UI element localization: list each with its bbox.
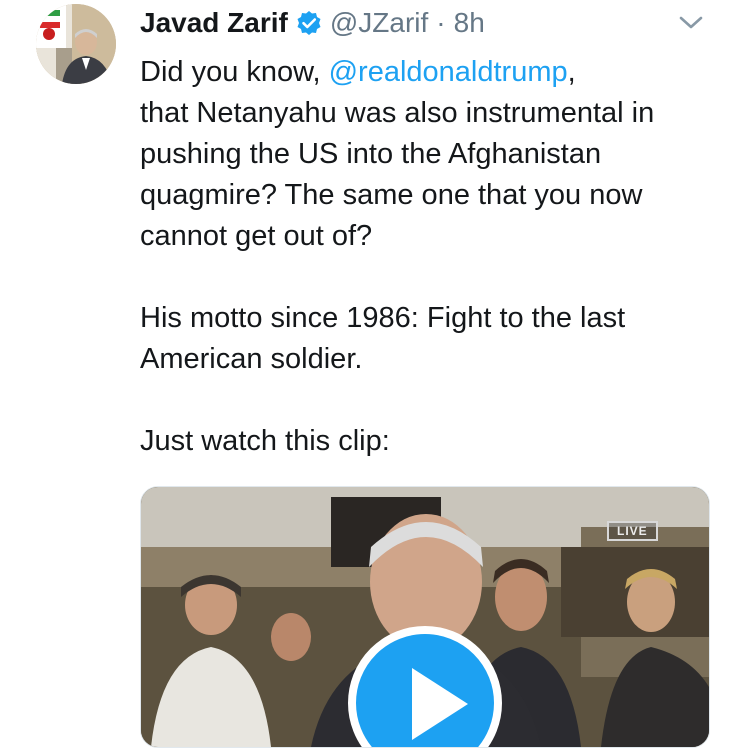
tweet-paragraph-2: His motto since 1986: Fight to the last … bbox=[140, 302, 626, 375]
tweet-paragraph-1: Did you know, @realdonaldtrump, that Neta… bbox=[140, 52, 730, 257]
video-player[interactable]: LIVE bbox=[140, 486, 710, 748]
tweet: Javad Zarif @JZarif · 8h Did you know, @… bbox=[0, 0, 743, 748]
tweet-timestamp[interactable]: 8h bbox=[454, 7, 485, 39]
verified-badge-icon bbox=[296, 10, 322, 36]
chevron-down-icon[interactable] bbox=[676, 10, 706, 34]
tweet-paragraph-3: Just watch this clip: bbox=[140, 425, 390, 457]
author-handle[interactable]: @JZarif bbox=[330, 7, 428, 39]
text-segment: that Netanyahu was also instrumental in … bbox=[140, 97, 655, 252]
tweet-header: Javad Zarif @JZarif · 8h bbox=[140, 6, 485, 40]
mention-link[interactable]: @realdonaldtrump bbox=[329, 56, 568, 88]
profile-photo bbox=[36, 4, 116, 84]
tweet-text: Did you know, @realdonaldtrump, that Neta… bbox=[140, 52, 730, 462]
author-name[interactable]: Javad Zarif bbox=[140, 7, 288, 39]
separator-dot: · bbox=[436, 7, 446, 38]
text-segment: , bbox=[567, 56, 576, 88]
live-badge: LIVE bbox=[607, 521, 658, 541]
avatar[interactable] bbox=[36, 4, 116, 84]
text-segment: Did you know, bbox=[140, 56, 329, 88]
play-icon bbox=[412, 668, 468, 740]
